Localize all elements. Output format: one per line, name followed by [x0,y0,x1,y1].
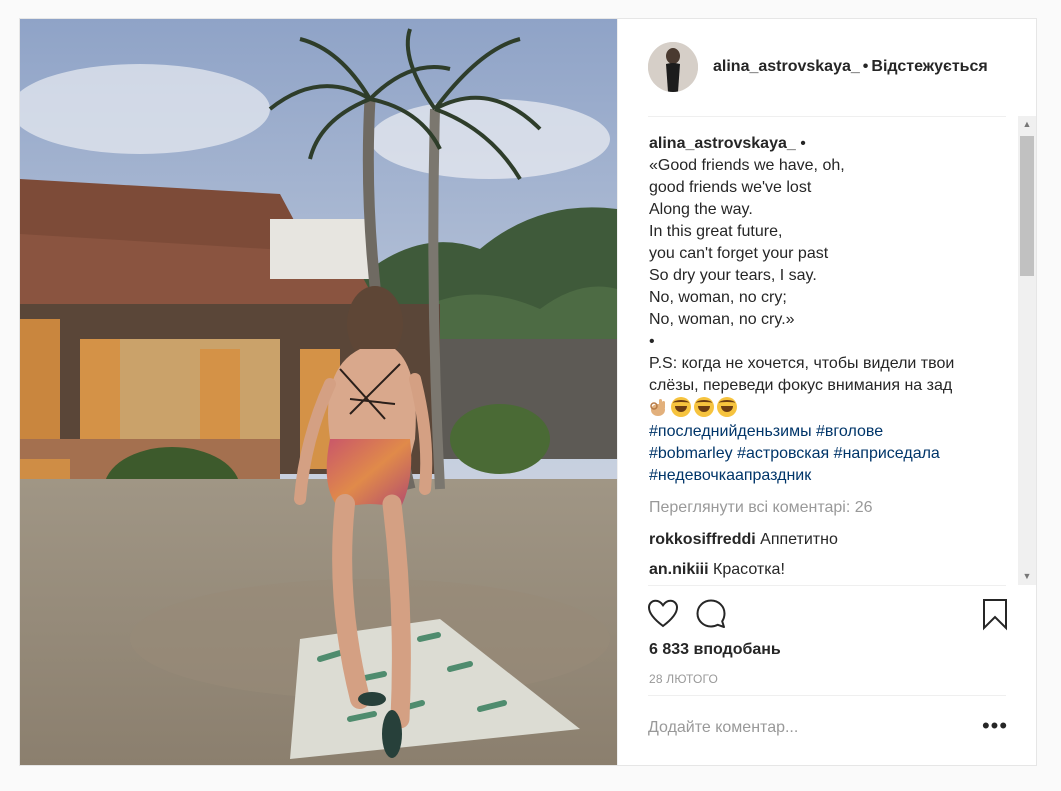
hashtag-link[interactable]: #последнийденьзимы [649,423,812,440]
comment-text: Красотка! [713,561,785,578]
caption-author-line: alina_astrovskaya_ • [649,133,1009,155]
comment-item: rokkosiffreddi Аппетитно [649,529,1009,551]
hashtag-link[interactable]: #наприседала [834,445,940,462]
hashtag-link[interactable]: #bobmarley [649,445,733,462]
hashtag-line: #bobmarley #астровская #наприседала [649,443,1009,465]
divider [648,585,1006,586]
scrollbar-thumb[interactable] [1020,136,1034,276]
post-card: alina_astrovskaya_ • Відстежується alina_a… [19,18,1037,766]
heart-icon [647,599,679,628]
hashtag-line: #последнийденьзимы #вголове [649,421,1009,443]
chevron-down-icon[interactable]: ▼ [1018,568,1036,585]
hashtag-link[interactable]: #астровская [737,445,829,462]
caption-line: P.S: когда не хочется, чтобы видели твои [649,355,955,372]
caption-line: So dry your tears, I say. [649,267,817,284]
save-button[interactable] [978,597,1012,631]
hashtag-link[interactable]: #вголове [816,423,883,440]
tears-of-joy-emoji-icon [717,397,737,417]
comment-item: an.nikiii Красотка! [649,559,1009,581]
caption-line: • [649,333,655,350]
caption-username[interactable]: alina_astrovskaya_ [649,135,796,152]
add-comment-input[interactable] [648,719,948,737]
caption-line: good friends we've lost [649,179,812,196]
comment-username[interactable]: rokkosiffreddi [649,531,756,548]
more-options-button[interactable]: ••• [980,715,1010,743]
bookmark-icon [983,599,1007,631]
post-header: alina_astrovskaya_ • Відстежується [618,19,1038,116]
hashtag-line: #недевочкаапраздник [649,465,1009,487]
header-separator: • [862,58,869,75]
post-photo[interactable] [20,19,617,765]
caption-line: In this great future, [649,223,783,240]
post-side-panel: alina_astrovskaya_ • Відстежується alina_a… [617,19,1037,765]
post-date[interactable]: 28 ЛЮТОГО [649,672,718,686]
comments-scrollbar[interactable]: ▲ ▼ [1018,116,1036,585]
caption-user-suffix: • [795,135,806,152]
like-button[interactable] [646,597,680,631]
likes-count[interactable]: 6 833 вподобань [649,641,781,659]
comment-username[interactable]: an.nikiii [649,561,709,578]
tears-of-joy-emoji-icon [671,397,691,417]
comments-section: alina_astrovskaya_ • «Good friends we ha… [649,133,1009,581]
comment-bubble-icon [696,599,726,628]
divider [648,695,1006,696]
follow-status-button[interactable]: Відстежується [871,58,987,75]
comment-text: Аппетитно [760,531,838,548]
chevron-up-icon[interactable]: ▲ [1018,116,1036,133]
caption-line: No, woman, no cry.» [649,311,795,328]
ok-hand-emoji-icon [650,399,665,416]
header-username[interactable]: alina_astrovskaya_ [713,58,860,75]
comment-button[interactable] [694,597,728,631]
caption-emoji-line [649,397,1009,421]
divider [648,116,1006,117]
hashtag-link[interactable]: #недевочкаапраздник [649,467,811,484]
caption-line: you can't forget your past [649,245,829,262]
caption-line: No, woman, no cry; [649,289,787,306]
post-image [20,19,617,765]
caption-line: слёзы, переведи фокус внимания на зад [649,377,953,394]
tears-of-joy-emoji-icon [694,397,714,417]
caption-line: Along the way. [649,201,753,218]
avatar[interactable] [648,42,698,92]
view-all-comments-link[interactable]: Переглянути всі коментарі: 26 [649,497,1009,519]
caption-line: «Good friends we have, oh, [649,157,845,174]
